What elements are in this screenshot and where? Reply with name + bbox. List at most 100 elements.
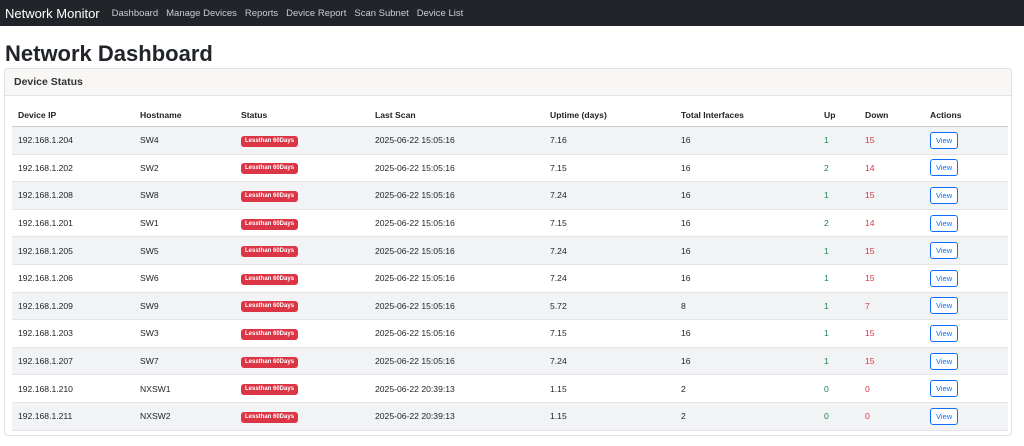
cell-actions: View	[924, 154, 1008, 183]
col-header-status: Status	[235, 104, 369, 127]
cell-hostname: SW1	[134, 209, 235, 238]
view-button[interactable]: View	[930, 131, 959, 149]
cell-status: Lessthan 60Days	[235, 209, 369, 238]
cell-up: 1	[818, 181, 859, 210]
cell-uptime: 7.15	[544, 319, 675, 348]
view-button[interactable]: View	[930, 407, 959, 425]
cell-actions: View	[924, 319, 1008, 348]
cell-down: 15	[859, 264, 924, 293]
cell-up: 1	[818, 264, 859, 293]
cell-actions: View	[924, 347, 1008, 376]
view-button[interactable]: View	[930, 297, 959, 315]
cell-down: 0	[859, 374, 924, 403]
cell-total-interfaces: 8	[675, 292, 818, 321]
cell-actions: View	[924, 209, 1008, 238]
cell-status: Lessthan 60Days	[235, 347, 369, 376]
cell-uptime: 7.24	[544, 264, 675, 293]
cell-device-ip: 192.168.1.206	[12, 264, 134, 293]
status-badge: Lessthan 60Days	[241, 411, 299, 423]
cell-up: 1	[818, 126, 859, 155]
cell-actions: View	[924, 292, 1008, 321]
cell-hostname: SW3	[134, 319, 235, 348]
cell-status: Lessthan 60Days	[235, 402, 369, 431]
view-button[interactable]: View	[930, 269, 959, 287]
cell-total-interfaces: 2	[675, 374, 818, 403]
table-row: 192.168.1.204 SW4 Lessthan 60Days 2025-06-2…	[12, 126, 1008, 155]
cell-total-interfaces: 16	[675, 126, 818, 155]
col-header-down: Down	[859, 104, 924, 127]
cell-uptime: 1.15	[544, 402, 675, 431]
cell-down: 15	[859, 181, 924, 210]
cell-uptime: 7.24	[544, 236, 675, 265]
cell-up: 1	[818, 319, 859, 348]
cell-actions: View	[924, 374, 1008, 403]
view-button[interactable]: View	[930, 214, 959, 232]
status-badge: Lessthan 60Days	[241, 356, 299, 368]
view-button[interactable]: View	[930, 352, 959, 370]
cell-device-ip: 192.168.1.210	[12, 374, 134, 403]
cell-total-interfaces: 16	[675, 319, 818, 348]
table-row: 192.168.1.209 SW9 Lessthan 60Days 2025-06-2…	[12, 292, 1008, 321]
cell-uptime: 1.15	[544, 374, 675, 403]
cell-hostname: SW8	[134, 181, 235, 210]
view-button[interactable]: View	[930, 380, 959, 398]
nav-link-dashboard[interactable]: Dashboard	[112, 8, 158, 19]
cell-last-scan: 2025-06-22 15:05:16	[369, 264, 544, 293]
card-header: Device Status	[5, 69, 1011, 96]
cell-status: Lessthan 60Days	[235, 181, 369, 210]
cell-actions: View	[924, 264, 1008, 293]
cell-status: Lessthan 60Days	[235, 319, 369, 348]
cell-device-ip: 192.168.1.211	[12, 402, 134, 431]
view-button[interactable]: View	[930, 186, 959, 204]
status-badge: Lessthan 60Days	[241, 135, 299, 147]
cell-actions: View	[924, 236, 1008, 265]
nav-link-scan-subnet[interactable]: Scan Subnet	[354, 8, 408, 19]
cell-total-interfaces: 16	[675, 347, 818, 376]
cell-last-scan: 2025-06-22 15:05:16	[369, 347, 544, 376]
cell-hostname: NXSW2	[134, 402, 235, 431]
cell-last-scan: 2025-06-22 15:05:16	[369, 292, 544, 321]
cell-device-ip: 192.168.1.202	[12, 154, 134, 183]
cell-total-interfaces: 16	[675, 154, 818, 183]
cell-down: 14	[859, 154, 924, 183]
cell-uptime: 7.16	[544, 126, 675, 155]
cell-last-scan: 2025-06-22 15:05:16	[369, 236, 544, 265]
status-badge: Lessthan 60Days	[241, 163, 299, 175]
col-header-total-interfaces: Total Interfaces	[675, 104, 818, 127]
page-title: Network Dashboard	[5, 41, 213, 66]
cell-uptime: 7.15	[544, 154, 675, 183]
table-row: 192.168.1.203 SW3 Lessthan 60Days 2025-06-2…	[12, 319, 1008, 348]
cell-last-scan: 2025-06-22 15:05:16	[369, 319, 544, 348]
cell-last-scan: 2025-06-22 15:05:16	[369, 209, 544, 238]
cell-last-scan: 2025-06-22 15:05:16	[369, 126, 544, 155]
device-status-card: Device Status Device IP Hostname Status …	[4, 68, 1012, 436]
cell-status: Lessthan 60Days	[235, 154, 369, 183]
cell-status: Lessthan 60Days	[235, 236, 369, 265]
nav-link-reports[interactable]: Reports	[245, 8, 278, 19]
col-header-up: Up	[818, 104, 859, 127]
cell-device-ip: 192.168.1.207	[12, 347, 134, 376]
cell-status: Lessthan 60Days	[235, 374, 369, 403]
status-badge: Lessthan 60Days	[241, 218, 299, 230]
col-header-hostname: Hostname	[134, 104, 235, 127]
cell-device-ip: 192.168.1.204	[12, 126, 134, 155]
brand-link[interactable]: Network Monitor	[5, 6, 100, 21]
cell-total-interfaces: 2	[675, 402, 818, 431]
nav-link-device-list[interactable]: Device List	[417, 8, 463, 19]
status-badge: Lessthan 60Days	[241, 328, 299, 340]
nav-link-manage-devices[interactable]: Manage Devices	[166, 8, 237, 19]
nav-link-device-report[interactable]: Device Report	[286, 8, 346, 19]
cell-up: 0	[818, 402, 859, 431]
view-button[interactable]: View	[930, 159, 959, 177]
cell-actions: View	[924, 402, 1008, 431]
cell-down: 0	[859, 402, 924, 431]
view-button[interactable]: View	[930, 242, 959, 260]
status-badge: Lessthan 60Days	[241, 246, 299, 258]
card-title: Device Status	[14, 76, 83, 88]
cell-up: 0	[818, 374, 859, 403]
view-button[interactable]: View	[930, 324, 959, 342]
cell-actions: View	[924, 126, 1008, 155]
cell-status: Lessthan 60Days	[235, 292, 369, 321]
cell-up: 1	[818, 236, 859, 265]
cell-actions: View	[924, 181, 1008, 210]
